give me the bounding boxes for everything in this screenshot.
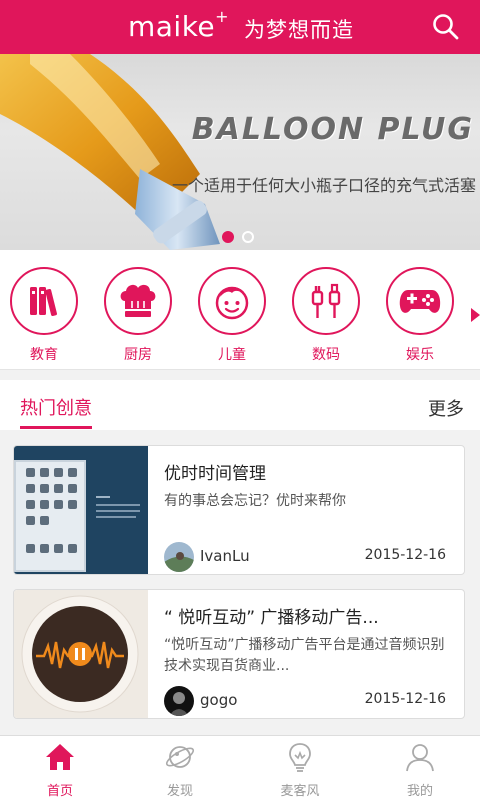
category-kids[interactable]: 儿童 — [198, 267, 266, 364]
carousel-dot-1[interactable] — [222, 231, 234, 243]
planet-icon — [165, 746, 195, 768]
hot-ideas-header: 热门创意 更多 — [0, 380, 480, 430]
tab-label: 首页 — [46, 784, 73, 799]
avatar[interactable] — [164, 686, 194, 716]
chef-hat-icon — [120, 284, 156, 317]
banner-title: BALLOON PLUG — [191, 112, 474, 147]
books-icon — [30, 287, 57, 316]
card-thumbnail — [14, 446, 148, 574]
tab-label: 我的 — [406, 784, 433, 799]
user-icon — [406, 744, 434, 772]
gamepad-icon — [399, 290, 441, 313]
carousel-indicator — [222, 231, 254, 243]
banner-subtitle: 一个适用于任何大小瓶子口径的充气式活塞 — [171, 176, 476, 195]
child-face-icon — [215, 286, 249, 320]
idea-card[interactable]: “ 悦听互动” 广播移动广告... “悦听互动”广播移动广告平台是通过音频识别技… — [13, 589, 465, 719]
cables-icon — [311, 283, 341, 318]
bottom-nav: 首页 发现 麦客风 我的 — [0, 735, 480, 800]
category-label: 儿童 — [218, 347, 246, 363]
category-label: 娱乐 — [406, 347, 434, 363]
app-logo[interactable]: maike+ — [128, 7, 229, 43]
tab-label: 麦客风 — [280, 784, 320, 799]
category-kitchen[interactable]: 厨房 — [104, 267, 172, 364]
post-date: 2015-12-16 — [364, 547, 446, 563]
tab-maikefeng[interactable]: 麦客风 — [240, 736, 360, 800]
card-title: 优时时间管理 — [164, 464, 266, 484]
card-thumbnail — [14, 590, 148, 718]
balloon-plug-image — [0, 54, 220, 250]
author-name: gogo — [200, 691, 238, 709]
tab-discover[interactable]: 发现 — [120, 736, 240, 800]
category-education[interactable]: 教育 — [10, 267, 78, 364]
home-icon — [46, 744, 74, 770]
more-link[interactable]: 更多 — [428, 395, 464, 421]
card-description: “悦听互动”广播移动广告平台是通过音频识别技术实现百货商业... — [164, 637, 445, 674]
avatar[interactable] — [164, 542, 194, 572]
post-date: 2015-12-16 — [364, 691, 446, 707]
category-row: 教育 厨房 儿童 数码 娱乐 — [0, 250, 480, 370]
bulb-icon — [289, 743, 311, 772]
scroll-right-arrow-icon[interactable] — [471, 308, 480, 322]
tab-label: 发现 — [166, 784, 193, 799]
banner-carousel[interactable]: BALLOON PLUG 一个适用于任何大小瓶子口径的充气式活塞 — [0, 54, 480, 250]
carousel-dot-2[interactable] — [242, 231, 254, 243]
section-title[interactable]: 热门创意 — [20, 394, 92, 429]
category-digital[interactable]: 数码 — [292, 267, 360, 364]
category-label: 教育 — [30, 347, 58, 363]
top-bar: maike+ 为梦想而造 — [0, 0, 480, 54]
category-label: 数码 — [312, 347, 340, 363]
idea-card[interactable]: 优时时间管理 有的事总会忘记？优时来帮你 IvanLu 2015-12-16 — [13, 445, 465, 575]
app-slogan: 为梦想而造 — [244, 18, 354, 42]
tab-mine[interactable]: 我的 — [360, 736, 480, 800]
author-name: IvanLu — [200, 547, 250, 565]
card-description: 有的事总会忘记？优时来帮你 — [164, 493, 346, 509]
tab-home[interactable]: 首页 — [0, 736, 120, 800]
card-title: “ 悦听互动” 广播移动广告... — [164, 608, 379, 628]
category-entertainment[interactable]: 娱乐 — [386, 267, 454, 364]
category-label: 厨房 — [124, 347, 152, 363]
search-icon[interactable] — [431, 12, 461, 42]
